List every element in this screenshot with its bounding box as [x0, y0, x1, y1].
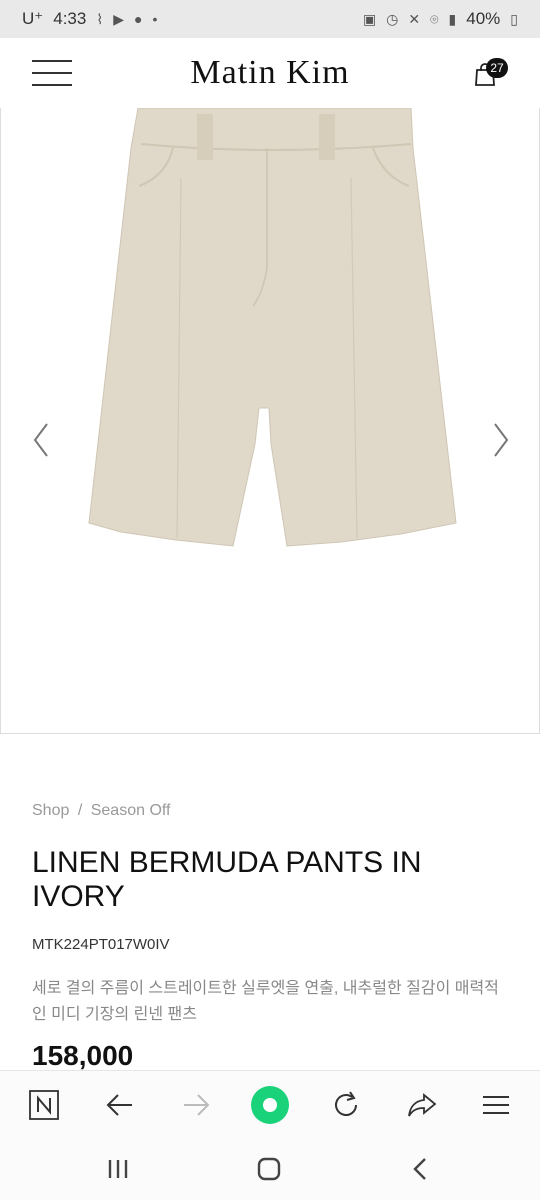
- back-nav-icon[interactable]: [410, 1157, 430, 1181]
- green-dot-button-icon[interactable]: [250, 1085, 290, 1125]
- home-icon[interactable]: [257, 1157, 281, 1181]
- product-price: 158,000: [32, 1040, 134, 1071]
- product-image: [88, 108, 457, 547]
- next-image-arrow-icon[interactable]: [489, 420, 513, 460]
- status-right: ▣ ◷ ✕ ⌾ ▮ 40% ▯: [363, 9, 518, 29]
- carrier-label: U⁺: [22, 9, 44, 28]
- chat-icon: ●: [133, 11, 143, 27]
- breadcrumb-shop-link[interactable]: Shop: [32, 802, 69, 819]
- lock-icon: ▣: [362, 10, 377, 27]
- share-icon[interactable]: [406, 1089, 438, 1121]
- naver-home-icon[interactable]: [28, 1089, 60, 1121]
- breadcrumb: Shop / Season Off: [32, 802, 171, 820]
- product-sku: MTK224PT017W0IV: [32, 936, 170, 953]
- site-header: Matin Kim 27: [0, 38, 540, 109]
- signal-icon: ▮: [448, 10, 457, 27]
- browser-toolbar: [0, 1070, 540, 1139]
- battery-level: 40%: [466, 9, 501, 28]
- product-title: LINEN BERMUDA PANTS IN IVORY: [32, 846, 422, 913]
- breadcrumb-category-link[interactable]: Season Off: [91, 802, 171, 819]
- breadcrumb-separator: /: [77, 802, 83, 819]
- dot-icon: •: [152, 11, 158, 27]
- wifi-call-icon: ⌇: [96, 10, 104, 27]
- battery-icon: ▯: [510, 10, 518, 27]
- alarm-icon: ◷: [386, 10, 399, 27]
- clock: 4:33: [53, 9, 87, 28]
- youtube-icon: ▶: [113, 10, 124, 27]
- product-image-gallery[interactable]: [0, 108, 540, 734]
- mute-icon: ✕: [408, 10, 421, 27]
- back-arrow-icon[interactable]: [104, 1089, 136, 1121]
- status-left: U⁺ 4:33 ⌇ ▶ ● •: [22, 9, 157, 29]
- recent-apps-icon[interactable]: [106, 1158, 130, 1180]
- status-bar: U⁺ 4:33 ⌇ ▶ ● • ▣ ◷ ✕ ⌾ ▮ 40% ▯: [0, 0, 540, 38]
- product-description: 세로 결의 주름이 스트레이트한 실루엣을 연출, 내추럴한 질감이 매력적인 …: [32, 980, 499, 1023]
- brand-logo[interactable]: Matin Kim: [0, 54, 540, 92]
- location-icon: ⌾: [430, 10, 439, 27]
- forward-arrow-icon[interactable]: [180, 1089, 212, 1121]
- previous-image-arrow-icon[interactable]: [29, 420, 53, 460]
- system-nav-bar: [0, 1138, 540, 1200]
- refresh-icon[interactable]: [330, 1089, 362, 1121]
- cart-count-badge: 27: [486, 58, 508, 78]
- browser-menu-icon[interactable]: [480, 1089, 512, 1121]
